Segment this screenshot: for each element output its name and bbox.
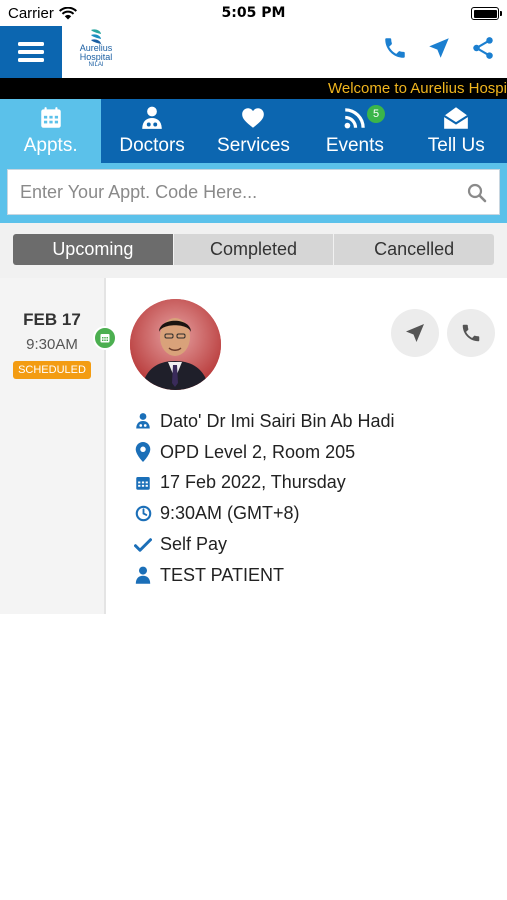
- date-text: 17 Feb 2022, Thursday: [160, 472, 346, 493]
- check-icon: [132, 537, 154, 553]
- call-button-card[interactable]: [447, 309, 495, 357]
- call-button[interactable]: [381, 34, 409, 62]
- logo-mark-icon: [91, 29, 101, 44]
- rss-icon: [344, 108, 365, 129]
- menu-icon: [18, 42, 44, 62]
- envelope-icon: [443, 107, 469, 129]
- search-box: [7, 169, 500, 215]
- events-badge: 5: [367, 105, 386, 123]
- card-actions: [391, 309, 495, 357]
- header-actions: [381, 34, 497, 62]
- segment-upcoming[interactable]: Upcoming: [13, 234, 173, 265]
- appointment-card[interactable]: FEB 17 9:30AM SCHEDULED Dato' Dr Imi Sai…: [0, 278, 507, 614]
- heart-icon: [242, 108, 265, 128]
- navigation-icon: [406, 324, 424, 342]
- phone-icon: [462, 324, 480, 342]
- phone-icon: [385, 38, 405, 58]
- battery-icon: [471, 7, 502, 20]
- search-bar: [0, 163, 507, 223]
- share-icon: [473, 37, 493, 59]
- tab-doctors[interactable]: Doctors: [101, 99, 202, 163]
- navigation-icon: [429, 38, 449, 58]
- user-icon: [132, 566, 154, 585]
- hospital-logo: Aurelius Hospital NILAI: [72, 28, 120, 74]
- payment-text: Self Pay: [160, 534, 228, 555]
- detail-date: 17 Feb 2022, Thursday: [132, 468, 395, 499]
- tab-services-label: Services: [217, 135, 290, 156]
- tab-appts[interactable]: Appts.: [0, 99, 102, 163]
- appointment-details: Dato' Dr Imi Sairi Bin Ab Hadi OPD Level…: [132, 406, 395, 591]
- welcome-ticker: Welcome to Aurelius Hospital: [0, 78, 507, 99]
- tab-services[interactable]: Services: [203, 99, 304, 163]
- app-header: Aurelius Hospital NILAI: [0, 26, 507, 78]
- segment-cancelled[interactable]: Cancelled: [333, 234, 494, 265]
- map-marker-icon: [132, 442, 154, 463]
- appointment-filter: Upcoming Completed Cancelled: [13, 234, 494, 265]
- tab-events-label: Events: [325, 135, 384, 156]
- appointment-time: 9:30AM: [26, 336, 78, 353]
- directions-button[interactable]: [425, 34, 453, 62]
- logo-sub: NILAI: [88, 62, 104, 68]
- timeline-calendar-icon: [93, 326, 117, 350]
- appointment-date-column: FEB 17 9:30AM SCHEDULED: [0, 278, 104, 614]
- doctor-icon: [142, 106, 162, 129]
- tab-tell-us-label: Tell Us: [427, 135, 485, 156]
- search-icon[interactable]: [467, 183, 487, 203]
- detail-time: 9:30AM (GMT+8): [132, 498, 395, 529]
- tab-tell-us[interactable]: Tell Us: [406, 99, 507, 163]
- doctor-avatar: [130, 299, 221, 390]
- calendar-icon: [132, 474, 154, 492]
- menu-button[interactable]: [0, 26, 62, 78]
- clock-icon: [132, 505, 154, 522]
- doctor-name: Dato' Dr Imi Sairi Bin Ab Hadi: [160, 410, 395, 431]
- tab-doctors-label: Doctors: [119, 135, 185, 156]
- patient-text: TEST PATIENT: [160, 564, 285, 585]
- time-text: 9:30AM (GMT+8): [160, 503, 300, 524]
- detail-patient: TEST PATIENT: [132, 560, 395, 591]
- detail-payment: Self Pay: [132, 529, 395, 560]
- location-text: OPD Level 2, Room 205: [160, 441, 356, 462]
- main-tabs: Appts. Doctors Services 5 Events Tell Us: [0, 99, 507, 163]
- detail-doctor: Dato' Dr Imi Sairi Bin Ab Hadi: [132, 406, 395, 437]
- clock: 5:05 PM: [221, 5, 286, 21]
- appointment-date: FEB 17: [23, 310, 81, 329]
- status-bar: Carrier 5:05 PM: [0, 0, 507, 26]
- ticker-text: Welcome to Aurelius Hospital: [328, 80, 507, 97]
- logo-name-line2: Hospital: [79, 52, 113, 62]
- segment-bar: Upcoming Completed Cancelled: [0, 223, 507, 278]
- status-badge: SCHEDULED: [13, 361, 91, 379]
- doctor-icon: [132, 412, 154, 430]
- appt-code-input[interactable]: [8, 170, 499, 214]
- tab-events[interactable]: 5 Events: [304, 99, 405, 163]
- share-button[interactable]: [469, 34, 497, 62]
- directions-button-card[interactable]: [391, 309, 439, 357]
- segment-completed[interactable]: Completed: [172, 234, 334, 265]
- tab-appts-label: Appts.: [23, 135, 78, 156]
- calendar-icon: [40, 107, 61, 128]
- detail-location: OPD Level 2, Room 205: [132, 437, 395, 468]
